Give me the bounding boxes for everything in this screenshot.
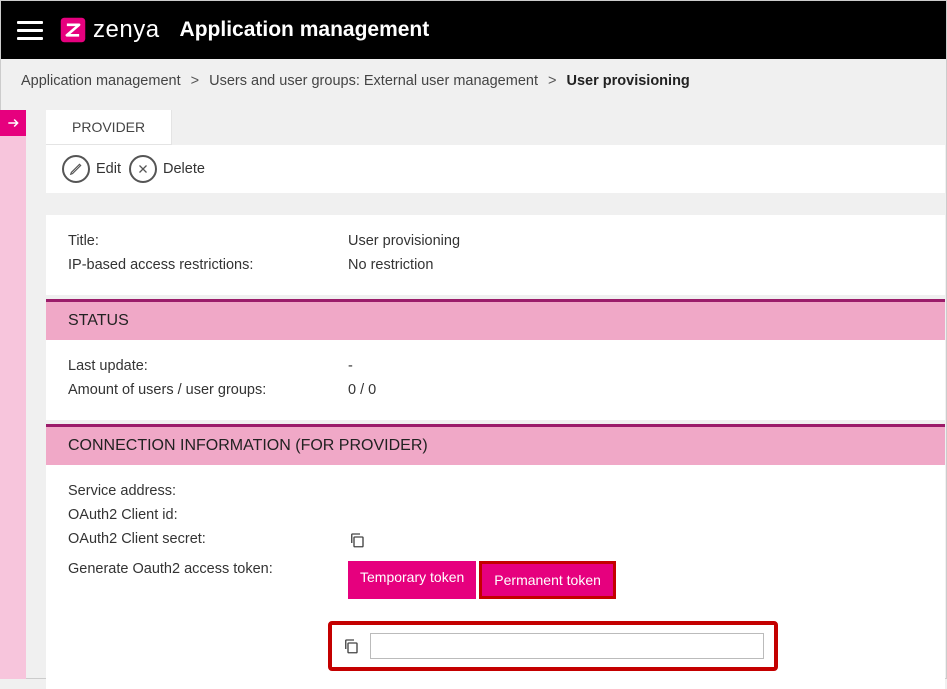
breadcrumb-link-1[interactable]: Application management <box>21 73 181 89</box>
title-label: Title: <box>68 233 348 249</box>
delete-label: Delete <box>163 161 205 177</box>
details-section: Title: User provisioning IP-based access… <box>46 215 945 295</box>
ip-restrictions-label: IP-based access restrictions: <box>68 257 348 273</box>
copy-token-button[interactable] <box>342 637 360 655</box>
client-id-label: OAuth2 Client id: <box>68 507 348 523</box>
token-output-area <box>328 621 778 671</box>
main-content: PROVIDER Edit Delete Title: User provisi… <box>46 110 945 677</box>
status-section: Last update: - Amount of users / user gr… <box>46 340 945 420</box>
temporary-token-button[interactable]: Temporary token <box>348 561 476 599</box>
breadcrumb: Application management > Users and user … <box>1 59 946 103</box>
client-secret-label: OAuth2 Client secret: <box>68 531 348 553</box>
breadcrumb-separator: > <box>548 73 556 89</box>
toolbar: Edit Delete <box>46 145 945 193</box>
edit-button[interactable]: Edit <box>62 155 121 183</box>
token-input[interactable] <box>370 633 764 659</box>
page-title: Application management <box>180 18 430 42</box>
arrow-right-icon <box>6 116 20 130</box>
last-update-value: - <box>348 358 353 374</box>
generate-token-label: Generate Oauth2 access token: <box>68 561 348 577</box>
top-bar: zenya Application management <box>1 1 946 59</box>
sidebar-collapsed-strip <box>0 136 26 679</box>
menu-icon[interactable] <box>17 17 43 43</box>
copy-icon <box>342 637 360 655</box>
last-update-label: Last update: <box>68 358 348 374</box>
delete-button[interactable]: Delete <box>129 155 205 183</box>
breadcrumb-link-2[interactable]: Users and user groups: External user man… <box>209 73 538 89</box>
ip-restrictions-value: No restriction <box>348 257 433 273</box>
title-value: User provisioning <box>348 233 460 249</box>
close-icon <box>129 155 157 183</box>
user-count-label: Amount of users / user groups: <box>68 382 348 398</box>
connection-heading: CONNECTION INFORMATION (FOR PROVIDER) <box>46 424 945 465</box>
breadcrumb-separator: > <box>191 73 199 89</box>
tab-provider[interactable]: PROVIDER <box>46 110 172 145</box>
user-count-value: 0 / 0 <box>348 382 376 398</box>
copy-secret-button[interactable] <box>348 531 366 549</box>
permanent-token-button[interactable]: Permanent token <box>482 564 613 596</box>
expand-sidebar-button[interactable] <box>0 110 26 136</box>
service-address-label: Service address: <box>68 483 348 499</box>
tab-row: PROVIDER <box>46 110 945 145</box>
connection-section: Service address: OAuth2 Client id: OAuth… <box>46 465 945 689</box>
copy-icon <box>348 531 366 549</box>
breadcrumb-current: User provisioning <box>567 73 690 89</box>
brand-logo[interactable]: zenya <box>59 16 160 44</box>
zenya-logo-icon <box>59 16 87 44</box>
edit-label: Edit <box>96 161 121 177</box>
status-heading: STATUS <box>46 299 945 340</box>
pencil-icon <box>62 155 90 183</box>
brand-name: zenya <box>93 16 160 44</box>
